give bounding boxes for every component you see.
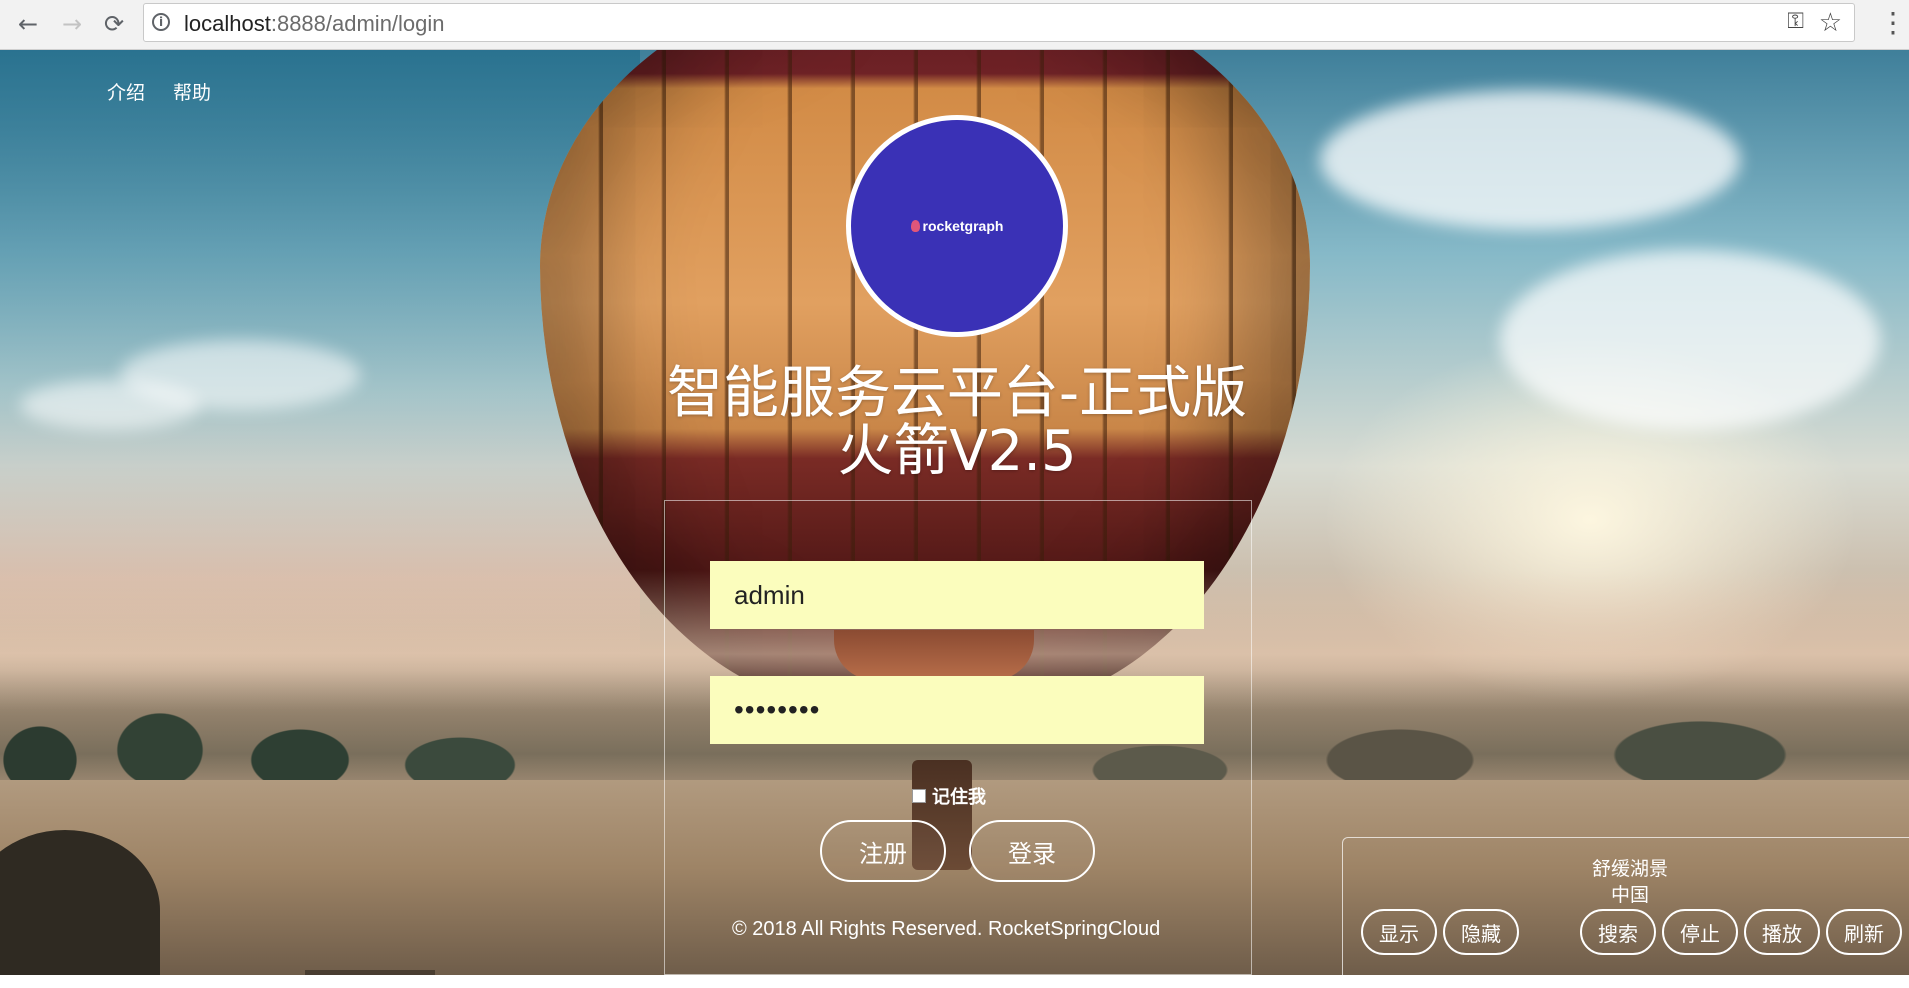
- menu-icon[interactable]: ⋮: [1879, 6, 1907, 39]
- title-line-1: 智能服务云平台-正式版: [666, 361, 1248, 426]
- play-button[interactable]: 播放: [1744, 909, 1820, 955]
- nav-help-link[interactable]: 帮助: [173, 78, 211, 105]
- url-path: :8888/admin/login: [270, 11, 445, 36]
- title-line-2: 火箭V2.5: [837, 419, 1077, 484]
- remember-label: 记住我: [932, 787, 986, 808]
- reload-icon[interactable]: ⟳: [98, 8, 130, 40]
- nav-intro-link[interactable]: 介绍: [107, 78, 145, 105]
- info-icon[interactable]: i: [152, 13, 170, 31]
- search-button[interactable]: 搜索: [1580, 909, 1656, 955]
- logo-wordmark: rocketgraph: [910, 218, 1004, 234]
- rocket-icon: [910, 220, 920, 232]
- copyright-text: © 2018 All Rights Reserved. RocketSpring…: [732, 918, 1161, 940]
- hide-button[interactable]: 隐藏: [1443, 909, 1519, 955]
- star-icon[interactable]: ☆: [1819, 8, 1842, 38]
- page-title: 智能服务云平台-正式版 火箭V2.5: [560, 365, 1354, 481]
- browser-toolbar: ← → ⟳ i localhost:8888/admin/login ⚿ ☆ ⋮: [0, 0, 1909, 50]
- login-button[interactable]: 登录: [969, 820, 1095, 882]
- stop-button[interactable]: 停止: [1662, 909, 1738, 955]
- remember-checkbox[interactable]: [912, 789, 926, 803]
- key-icon[interactable]: ⚿: [1787, 9, 1804, 34]
- cloud: [1320, 90, 1740, 230]
- cloud: [20, 380, 200, 430]
- url-host: localhost: [184, 11, 271, 36]
- forward-icon[interactable]: →: [56, 8, 88, 40]
- top-nav: 介绍 帮助: [107, 78, 211, 105]
- horizontal-scrollbar[interactable]: [305, 970, 435, 975]
- url-text[interactable]: localhost:8888/admin/login: [184, 11, 445, 37]
- song-title: 舒缓湖景: [1591, 858, 1668, 880]
- cloud: [1500, 250, 1880, 430]
- logo: rocketgraph: [846, 115, 1068, 337]
- register-button[interactable]: 注册: [820, 820, 946, 882]
- remember-me[interactable]: 记住我: [912, 783, 986, 809]
- username-input[interactable]: admin: [710, 561, 1204, 629]
- back-icon[interactable]: ←: [12, 8, 44, 40]
- refresh-button[interactable]: 刷新: [1826, 909, 1902, 955]
- show-button[interactable]: 显示: [1361, 909, 1437, 955]
- song-info: 舒缓湖景 中国: [1540, 856, 1720, 908]
- song-region: 中国: [1610, 884, 1649, 906]
- password-input[interactable]: ••••••••: [710, 676, 1204, 744]
- address-bar[interactable]: i localhost:8888/admin/login ⚿ ☆: [143, 3, 1855, 42]
- logo-text: rocketgraph: [922, 218, 1004, 234]
